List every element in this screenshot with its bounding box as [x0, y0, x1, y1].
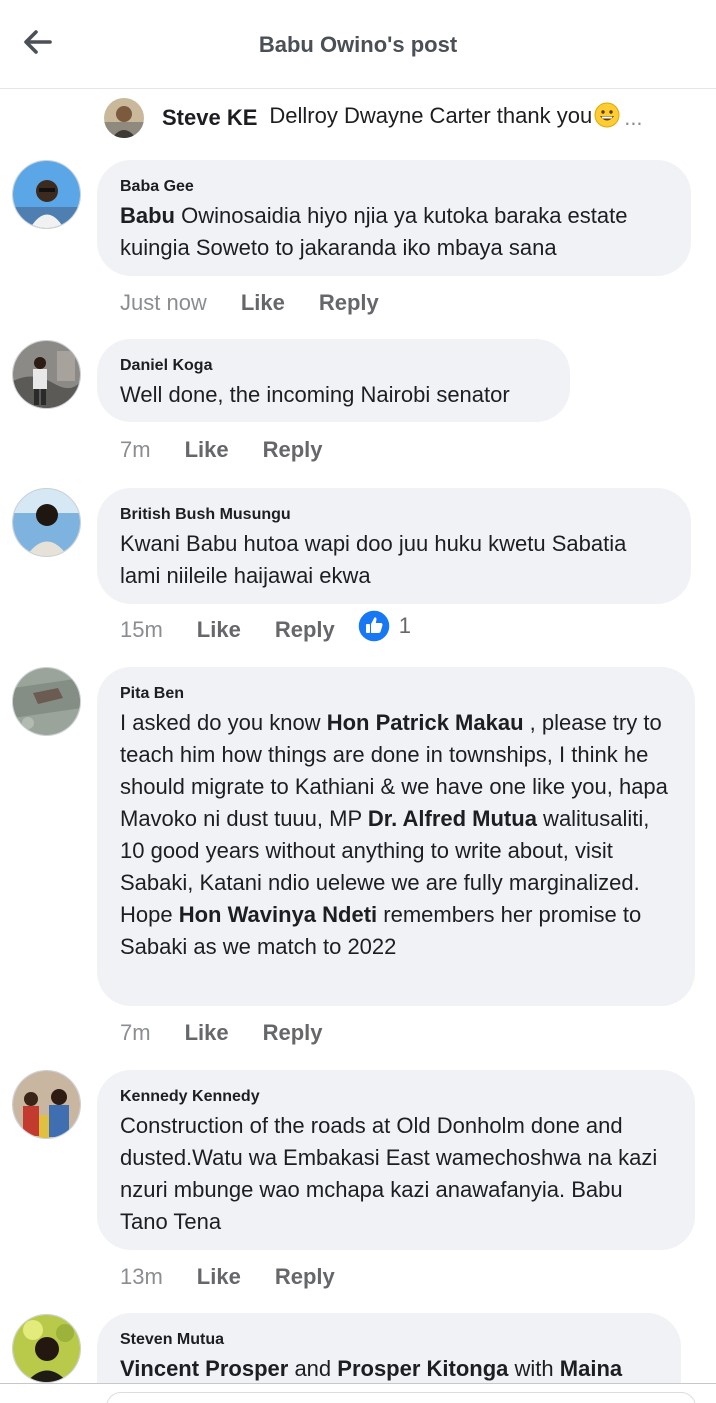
- text-segment: Kwani Babu hutoa wapi doo juu huku kwetu…: [120, 531, 627, 588]
- reply-text-content: Dellroy Dwayne Carter thank you: [269, 103, 593, 128]
- comment-bubble[interactable]: Pita Ben I asked do you know Hon Patrick…: [97, 667, 695, 1006]
- reply-button[interactable]: Reply: [263, 437, 323, 463]
- reaction-summary[interactable]: 1: [357, 609, 411, 643]
- avatar[interactable]: [12, 340, 81, 409]
- reply-button[interactable]: Reply: [263, 1020, 323, 1046]
- comment-actions: Just now Like Reply: [120, 290, 379, 316]
- like-button[interactable]: Like: [197, 617, 241, 643]
- text-segment: Construction of the roads at Old Donholm…: [120, 1113, 658, 1234]
- comment-text: Vincent Prosper and Prosper Kitonga with…: [120, 1353, 659, 1383]
- mention[interactable]: Prosper Kitonga: [337, 1356, 508, 1381]
- like-button[interactable]: Like: [185, 1020, 229, 1046]
- reply-preview[interactable]: Steve KE Dellroy Dwayne Carter thank you…: [104, 98, 704, 138]
- like-reaction-icon: [357, 609, 391, 643]
- comment-timestamp[interactable]: 7m: [120, 1020, 151, 1046]
- text-segment: and: [288, 1356, 338, 1381]
- comment-bubble[interactable]: Kennedy Kennedy Construction of the road…: [97, 1070, 695, 1250]
- comment-actions: 7m Like Reply: [120, 437, 323, 463]
- comment-bubble[interactable]: Steven Mutua Vincent Prosper and Prosper…: [97, 1313, 681, 1383]
- comment-text: I asked do you know Hon Patrick Makau , …: [120, 707, 673, 963]
- comment-bubble[interactable]: Baba Gee Babu Owinosaidia hiyo njia ya k…: [97, 160, 691, 276]
- mention[interactable]: Maina: [560, 1356, 622, 1381]
- like-button[interactable]: Like: [197, 1264, 241, 1290]
- comment-author[interactable]: Daniel Koga: [120, 356, 548, 376]
- comment-timestamp[interactable]: Just now: [120, 290, 207, 316]
- text-segment: with: [508, 1356, 560, 1381]
- mention[interactable]: Dr. Alfred Mutua: [368, 806, 537, 831]
- comment-actions: 15m Like Reply 1: [120, 609, 411, 643]
- comment-timestamp[interactable]: 15m: [120, 617, 163, 643]
- composer-divider: [0, 1383, 716, 1384]
- avatar[interactable]: [12, 1314, 81, 1383]
- grinning-face-emoji-icon: [594, 102, 620, 134]
- reply-author[interactable]: Steve KE: [162, 105, 257, 131]
- comment-text: Babu Owinosaidia hiyo njia ya kutoka bar…: [120, 200, 669, 264]
- mention[interactable]: Hon Wavinya Ndeti: [179, 902, 377, 927]
- like-button[interactable]: Like: [241, 290, 285, 316]
- mention[interactable]: Hon Patrick Makau: [327, 710, 524, 735]
- more-ellipsis[interactable]: ...: [624, 105, 642, 131]
- avatar[interactable]: [12, 667, 81, 736]
- comment-bubble[interactable]: British Bush Musungu Kwani Babu hutoa wa…: [97, 488, 691, 604]
- comment-bubble[interactable]: Daniel Koga Well done, the incoming Nair…: [97, 339, 570, 422]
- mention[interactable]: Vincent Prosper: [120, 1356, 288, 1381]
- text-segment: Owinosaidia hiyo njia ya kutoka baraka e…: [120, 203, 628, 260]
- comment-author[interactable]: Steven Mutua: [120, 1330, 659, 1350]
- comment-author[interactable]: Baba Gee: [120, 177, 669, 197]
- reply-button[interactable]: Reply: [275, 1264, 335, 1290]
- comment-author[interactable]: Kennedy Kennedy: [120, 1087, 673, 1107]
- text-segment: I asked do you know: [120, 710, 327, 735]
- avatar[interactable]: [12, 160, 81, 229]
- comment-text: Kwani Babu hutoa wapi doo juu huku kwetu…: [120, 528, 669, 592]
- comment-author[interactable]: British Bush Musungu: [120, 505, 669, 525]
- comment-actions: 13m Like Reply: [120, 1264, 335, 1290]
- avatar[interactable]: [12, 1070, 81, 1139]
- text-segment: Well done, the incoming Nairobi senator: [120, 382, 510, 407]
- comment-timestamp[interactable]: 7m: [120, 437, 151, 463]
- comment-text: Construction of the roads at Old Donholm…: [120, 1110, 673, 1238]
- avatar[interactable]: [104, 98, 144, 138]
- avatar[interactable]: [12, 488, 81, 557]
- page-title: Babu Owino's post: [258, 32, 458, 57]
- comment-composer[interactable]: [106, 1392, 696, 1403]
- reaction-count: 1: [398, 613, 411, 638]
- top-bar: Babu Owino's post: [0, 0, 716, 89]
- like-button[interactable]: Like: [185, 437, 229, 463]
- comment-author[interactable]: Pita Ben: [120, 684, 673, 704]
- mention[interactable]: Babu: [120, 203, 175, 228]
- reply-button[interactable]: Reply: [319, 290, 379, 316]
- comment-text: Well done, the incoming Nairobi senator: [120, 379, 548, 411]
- reply-button[interactable]: Reply: [275, 617, 335, 643]
- reply-text: Dellroy Dwayne Carter thank you: [269, 102, 620, 134]
- comment-actions: 7m Like Reply: [120, 1020, 323, 1046]
- comment-timestamp[interactable]: 13m: [120, 1264, 163, 1290]
